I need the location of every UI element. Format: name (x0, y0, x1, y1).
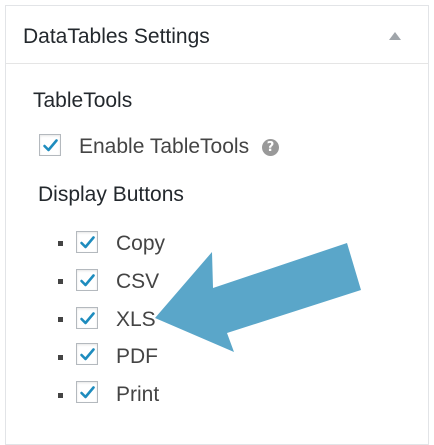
collapse-toggle-icon[interactable] (389, 32, 401, 40)
print-checkbox[interactable] (76, 381, 98, 403)
display-buttons-section-title: Display Buttons (38, 183, 184, 206)
checkmark-icon (80, 348, 95, 361)
copy-checkbox[interactable] (76, 231, 98, 253)
tabletools-section-title: TableTools (33, 89, 133, 112)
list-bullet (58, 355, 63, 360)
checkmark-icon (80, 386, 95, 399)
checkmark-icon (80, 236, 95, 249)
list-bullet (58, 279, 63, 284)
panel-title: DataTables Settings (23, 25, 210, 48)
csv-checkbox[interactable] (76, 269, 98, 291)
pdf-checkbox[interactable] (76, 343, 98, 365)
list-bullet (58, 241, 63, 246)
enable-tabletools-checkbox[interactable] (39, 134, 61, 156)
help-icon[interactable]: ? (262, 139, 279, 156)
list-bullet (58, 317, 63, 322)
datatables-settings-panel: DataTables Settings (5, 5, 429, 445)
enable-tabletools-label[interactable]: Enable TableTools (79, 135, 249, 159)
checkmark-icon (80, 274, 95, 287)
checkmark-icon (80, 312, 95, 325)
panel-header[interactable]: DataTables Settings (6, 6, 428, 64)
print-label[interactable]: Print (116, 383, 159, 407)
annotation-arrow-icon (155, 243, 361, 352)
xls-checkbox[interactable] (76, 307, 98, 329)
list-bullet (58, 393, 63, 398)
checkmark-icon (43, 139, 58, 152)
